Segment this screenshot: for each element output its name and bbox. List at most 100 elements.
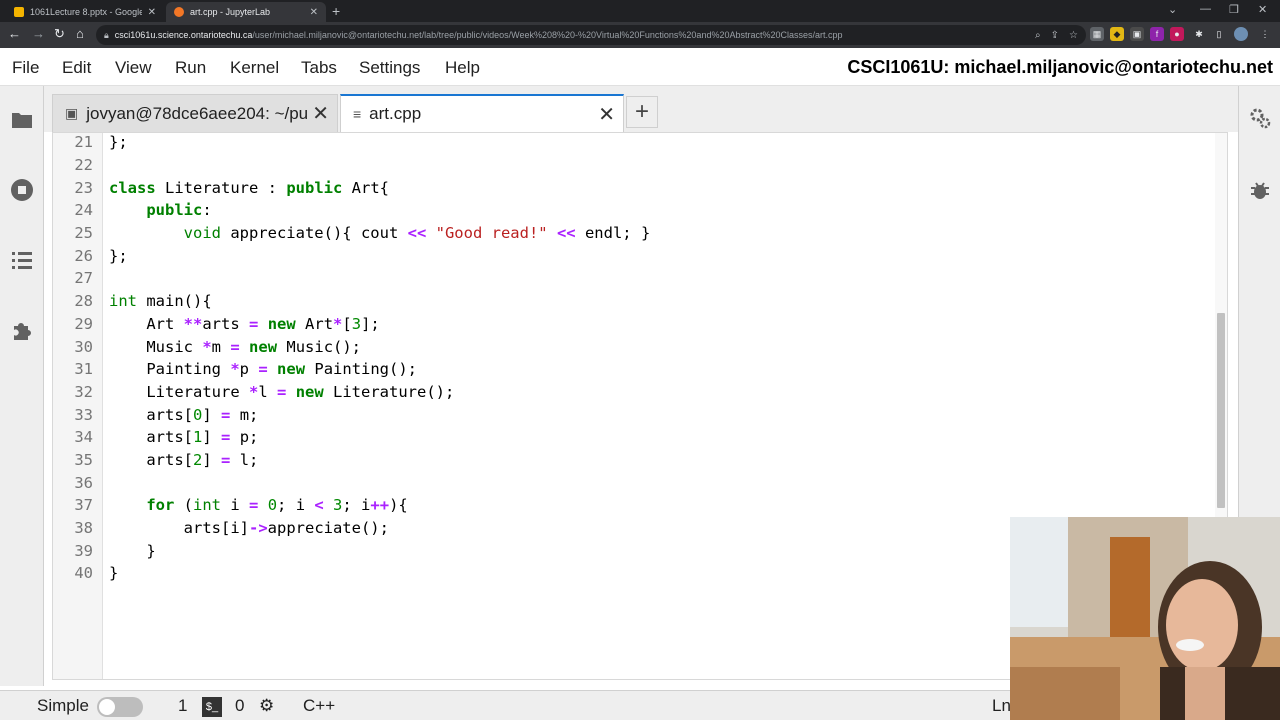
tab-art-cpp-label: art.cpp bbox=[369, 104, 422, 123]
extension-icon[interactable]: ▦ bbox=[1090, 27, 1104, 41]
menu-run[interactable]: Run bbox=[175, 58, 206, 78]
document-tab-bar: ▣ jovyan@78dce6aee204: ~/pu ✕ ≡ art.cpp … bbox=[44, 86, 1238, 132]
slides-favicon-icon bbox=[14, 7, 24, 17]
code-line[interactable]: 22 bbox=[53, 154, 1213, 177]
code-line[interactable]: 27 bbox=[53, 267, 1213, 290]
course-user-title: CSCI1061U: michael.miljanovic@ontariotec… bbox=[847, 57, 1273, 77]
code-text: arts[1] = p; bbox=[109, 428, 259, 447]
code-line[interactable]: 21}; bbox=[53, 133, 1213, 154]
table-of-contents-icon[interactable] bbox=[10, 248, 34, 272]
new-launcher-button[interactable]: + bbox=[626, 96, 658, 128]
menu-view[interactable]: View bbox=[115, 58, 152, 78]
close-icon[interactable]: ✕ bbox=[598, 102, 615, 127]
code-line[interactable]: 36 bbox=[53, 471, 1213, 494]
line-number: 40 bbox=[74, 564, 93, 583]
profile-avatar[interactable] bbox=[1234, 27, 1248, 41]
line-number: 21 bbox=[74, 133, 93, 152]
line-number: 39 bbox=[74, 541, 93, 560]
language-mode[interactable]: C++ bbox=[303, 696, 335, 716]
terminal-icon[interactable]: $_ bbox=[202, 697, 222, 717]
window-close-icon[interactable]: ✕ bbox=[1258, 3, 1267, 16]
code-text: int main(){ bbox=[109, 292, 212, 311]
code-line[interactable]: 33 arts[0] = m; bbox=[53, 403, 1213, 426]
code-text: Painting *p = new Painting(); bbox=[109, 360, 418, 379]
line-number: 24 bbox=[74, 201, 93, 220]
kernel-count[interactable]: 1 bbox=[178, 696, 187, 716]
browser-menu-icon[interactable]: ⋮ bbox=[1258, 27, 1272, 41]
code-line[interactable]: 37 for (int i = 0; i < 3; i++){ bbox=[53, 494, 1213, 517]
code-line[interactable]: 34 arts[1] = p; bbox=[53, 426, 1213, 449]
running-kernels-icon[interactable] bbox=[10, 178, 34, 202]
extension-icon[interactable]: ● bbox=[1170, 27, 1184, 41]
kernel-status-gear-icon[interactable]: ⚙ bbox=[259, 696, 274, 716]
code-line[interactable]: 29 Art **arts = new Art*[3]; bbox=[53, 313, 1213, 336]
share-icon[interactable]: ⇪ bbox=[1051, 30, 1059, 41]
bookmark-star-icon[interactable]: ☆ bbox=[1069, 30, 1078, 41]
tab-terminal-label: jovyan@78dce6aee204: ~/pu bbox=[86, 103, 309, 123]
simple-mode-label: Simple bbox=[37, 696, 89, 715]
tab-art-cpp[interactable]: ≡ art.cpp ✕ bbox=[340, 94, 624, 132]
line-number: 25 bbox=[74, 224, 93, 243]
forward-icon[interactable]: → bbox=[32, 26, 45, 41]
new-tab-button[interactable]: + bbox=[332, 3, 340, 19]
line-number: 35 bbox=[74, 450, 93, 469]
menu-kernel[interactable]: Kernel bbox=[230, 58, 279, 78]
close-icon[interactable]: ✕ bbox=[148, 7, 156, 18]
code-line[interactable]: 31 Painting *p = new Painting(); bbox=[53, 358, 1213, 381]
scrollbar-thumb[interactable] bbox=[1217, 313, 1225, 508]
code-line[interactable]: 32 Literature *l = new Literature(); bbox=[53, 381, 1213, 404]
menu-settings[interactable]: Settings bbox=[359, 58, 420, 78]
code-line[interactable]: 25 void appreciate(){ cout << "Good read… bbox=[53, 222, 1213, 245]
address-bar[interactable]: 🔒︎ csci1061u.science.ontariotechu.ca /us… bbox=[96, 25, 1086, 45]
code-line[interactable]: 28 int main(){ bbox=[53, 290, 1213, 313]
tab-search-icon[interactable]: ⌄ bbox=[1168, 3, 1177, 16]
code-line[interactable]: 35 arts[2] = l; bbox=[53, 449, 1213, 472]
line-number: 38 bbox=[74, 519, 93, 538]
close-icon[interactable]: ✕ bbox=[310, 7, 318, 18]
code-text: } bbox=[109, 564, 119, 583]
menu-tabs[interactable]: Tabs bbox=[301, 58, 337, 78]
browser-tab-jupyter[interactable]: art.cpp - JupyterLab ✕ bbox=[166, 2, 326, 22]
line-number: 36 bbox=[74, 473, 93, 492]
folder-icon[interactable] bbox=[10, 108, 34, 132]
line-number: 23 bbox=[74, 178, 93, 197]
code-line[interactable]: 26}; bbox=[53, 244, 1213, 267]
zoom-icon[interactable]: ⌕ bbox=[1035, 30, 1041, 41]
menu-edit[interactable]: Edit bbox=[62, 58, 91, 78]
extension-icon[interactable]: ◆ bbox=[1110, 27, 1124, 41]
minimize-icon[interactable]: — bbox=[1200, 3, 1211, 15]
property-inspector-gears-icon[interactable] bbox=[1248, 106, 1272, 130]
home-icon[interactable]: ⌂ bbox=[76, 26, 84, 41]
browser-toolbar: ← → ↻ ⌂ 🔒︎ csci1061u.science.ontariotech… bbox=[0, 22, 1280, 48]
code-text: void appreciate(){ cout << "Good read!" … bbox=[183, 224, 651, 243]
close-icon[interactable]: ✕ bbox=[312, 101, 329, 126]
extensions-puzzle-icon[interactable]: ✱ bbox=[1192, 27, 1206, 41]
reload-icon[interactable]: ↻ bbox=[54, 26, 65, 42]
back-icon[interactable]: ← bbox=[8, 26, 21, 41]
line-number: 32 bbox=[74, 382, 93, 401]
terminal-count[interactable]: 0 bbox=[235, 696, 244, 716]
sidebar-toggle-icon[interactable]: ▯ bbox=[1212, 27, 1226, 41]
menu-help[interactable]: Help bbox=[445, 58, 480, 78]
menu-file[interactable]: File bbox=[12, 58, 39, 78]
browser-tab-strip: 1061Lecture 8.pptx - Google Slid ✕ art.c… bbox=[0, 0, 1280, 22]
tab-terminal[interactable]: ▣ jovyan@78dce6aee204: ~/pu ✕ bbox=[52, 94, 338, 132]
code-text: }; bbox=[109, 133, 128, 152]
code-line[interactable]: 23 class Literature : public Art{ bbox=[53, 176, 1213, 199]
debugger-bug-icon[interactable] bbox=[1248, 178, 1272, 202]
extension-manager-icon[interactable] bbox=[10, 318, 34, 342]
extension-icon[interactable]: ▣ bbox=[1130, 27, 1144, 41]
jupyter-favicon-icon bbox=[174, 7, 184, 17]
code-line[interactable]: 24 public: bbox=[53, 199, 1213, 222]
terminal-icon: ▣ bbox=[65, 105, 79, 121]
code-line[interactable]: 30 Music *m = new Music(); bbox=[53, 335, 1213, 358]
line-indicator[interactable]: Ln bbox=[992, 696, 1011, 716]
browser-tab-slides[interactable]: 1061Lecture 8.pptx - Google Slid ✕ bbox=[6, 2, 164, 22]
simple-mode-toggle[interactable] bbox=[97, 697, 143, 717]
line-number: 30 bbox=[74, 337, 93, 356]
left-sidebar bbox=[0, 86, 44, 686]
extension-icon[interactable]: f bbox=[1150, 27, 1164, 41]
code-text: arts[2] = l; bbox=[109, 450, 259, 469]
lock-icon: 🔒︎ bbox=[104, 29, 109, 40]
maximize-icon[interactable]: ❐ bbox=[1229, 3, 1239, 16]
